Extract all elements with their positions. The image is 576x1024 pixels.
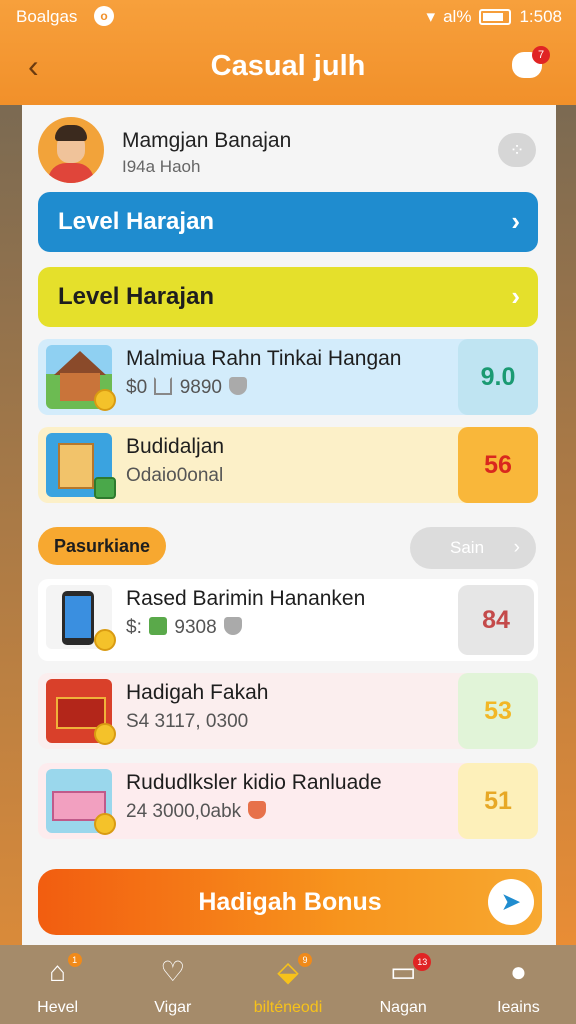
item-sub-value: 9308 [174, 617, 217, 638]
building-shape [58, 443, 94, 489]
item-subtitle: 24 3000,0abk [126, 801, 268, 823]
nav-item-heart[interactable]: ♡ Vigar [115, 945, 230, 1024]
carrier-label: Boalgas [16, 7, 78, 26]
backdrop-right [556, 105, 576, 945]
item-title: Rududlksler kidio Ranluade [126, 771, 382, 794]
status-bar: Boalgas o ▾ al% 1:508 [0, 0, 576, 34]
chevron-right-icon: › [511, 281, 520, 311]
item-value: 53 [458, 673, 538, 749]
send-icon[interactable]: ➤ [488, 879, 534, 925]
status-right: ▾ al% 1:508 [427, 7, 562, 27]
coin-icon [94, 723, 116, 745]
gift-box-icon [46, 679, 116, 745]
more-icon[interactable]: ⁘ [498, 133, 536, 167]
phone-shape [62, 591, 94, 645]
profile-card[interactable]: Mamgjan Banajan I94a Haoh ⁘ [38, 117, 538, 187]
item-sub-prefix: $: [126, 617, 142, 638]
item-value: 56 [458, 427, 538, 503]
item-sub-value: 9890 [179, 377, 222, 398]
item-title: Rased Barimin Hananken [126, 587, 366, 610]
item-subtitle: Odaio0onal [126, 465, 224, 486]
cash-icon [94, 477, 116, 499]
signal-icon: ▾ [426, 7, 436, 26]
shield-icon [248, 801, 267, 819]
item-sub-text: 24 3000,0abk [126, 801, 242, 822]
clock: 1:508 [519, 7, 562, 26]
nav-item-tablet[interactable]: ▭ 13 Nagan [346, 945, 461, 1024]
nav-label: Vigar [154, 999, 192, 1016]
profile-subtitle: I94a Haoh [122, 157, 201, 176]
see-all-button[interactable]: Sain › [410, 527, 536, 569]
nav-badge: 9 [298, 953, 312, 967]
shield-icon [223, 617, 242, 635]
bonus-label: Hadigah Bonus [198, 888, 382, 916]
item-value: 51 [458, 763, 538, 839]
battery-icon [479, 9, 512, 25]
list-item[interactable]: Rududlksler kidio Ranluade 24 3000,0abk … [38, 763, 538, 839]
heart-icon: ♡ [160, 956, 186, 987]
shield-icon [229, 377, 248, 395]
backdrop-left [0, 105, 22, 945]
main-panel: Mamgjan Banajan I94a Haoh ⁘ Level Haraja… [22, 105, 556, 945]
level-button-yellow[interactable]: Level Harajan › [38, 267, 538, 327]
nav-label: bilténeodi [253, 999, 323, 1016]
item-value: 84 [458, 585, 534, 655]
item-title: Hadigah Fakah [126, 681, 269, 704]
item-value: 9.0 [458, 339, 538, 415]
coin-icon [94, 629, 116, 651]
item-subtitle: $: 9308 [126, 617, 244, 639]
nav-label: Hevel [37, 999, 79, 1016]
ticket-icon [46, 769, 116, 835]
chat-button[interactable]: 7 [512, 46, 550, 82]
see-all-label: Sain [450, 538, 485, 557]
nav-badge: 1 [67, 953, 82, 967]
nav-label: Ieains [497, 999, 540, 1016]
list-item[interactable]: Rased Barimin Hananken $: 9308 84 [38, 579, 538, 661]
item-subtitle: $0 9890 [126, 377, 249, 399]
reward-item[interactable]: Budidaljan Odaio0onal 56 [38, 427, 538, 503]
item-sub-prefix: $0 [126, 377, 148, 398]
level-button-blue[interactable]: Level Harajan › [38, 192, 538, 252]
nav-badge: 13 [413, 953, 432, 971]
avatar-hair [55, 125, 87, 141]
section-tag: Pasurkiane [38, 527, 167, 565]
level-label: Level Harajan [58, 283, 215, 310]
bottom-nav: ⌂ 1 Hevel ♡ Vigar ⬙ 9 bilténeodi ▭ 13 Na… [0, 945, 576, 1024]
item-subtitle: S4 3117, 0300 [126, 711, 249, 732]
house-roof [54, 351, 106, 375]
reward-item[interactable]: Malmiua Rahn Tinkai Hangan $0 9890 9.0 [38, 339, 538, 415]
chevron-right-icon: › [511, 206, 520, 236]
avatar-shirt [48, 163, 94, 183]
list-item[interactable]: Hadigah Fakah S4 3117, 0300 53 [38, 673, 538, 749]
profile-name: Mamgjan Banajan [122, 129, 292, 152]
coin-icon [94, 813, 116, 835]
page-title: Casual julh [210, 50, 366, 82]
app-header: Boalgas o ▾ al% 1:508 ‹ Casual julh 7 [0, 0, 576, 105]
chevron-right-icon: › [513, 537, 520, 558]
notification-icon: o [94, 6, 114, 26]
chat-badge: 7 [532, 46, 550, 64]
nav-item-profile[interactable]: ● Ieains [461, 945, 576, 1024]
item-title: Malmiua Rahn Tinkai Hangan [126, 347, 402, 370]
bonus-button[interactable]: Hadigah Bonus ➤ [38, 869, 542, 935]
item-title: Budidaljan [126, 435, 225, 458]
house-icon [46, 345, 116, 411]
cash-icon [149, 617, 168, 635]
building-icon [46, 433, 116, 499]
nav-label: Nagan [379, 999, 427, 1016]
phone-icon [46, 585, 116, 651]
level-label: Level Harajan [58, 208, 215, 235]
nav-item-gift[interactable]: ⬙ 9 bilténeodi [230, 945, 345, 1024]
nav-item-home[interactable]: ⌂ 1 Hevel [0, 945, 115, 1024]
battery-percent: al% [443, 7, 472, 26]
profile-icon: ● [509, 956, 527, 987]
coin-icon [94, 389, 116, 411]
avatar [38, 117, 104, 183]
house-outline-icon [154, 377, 173, 395]
